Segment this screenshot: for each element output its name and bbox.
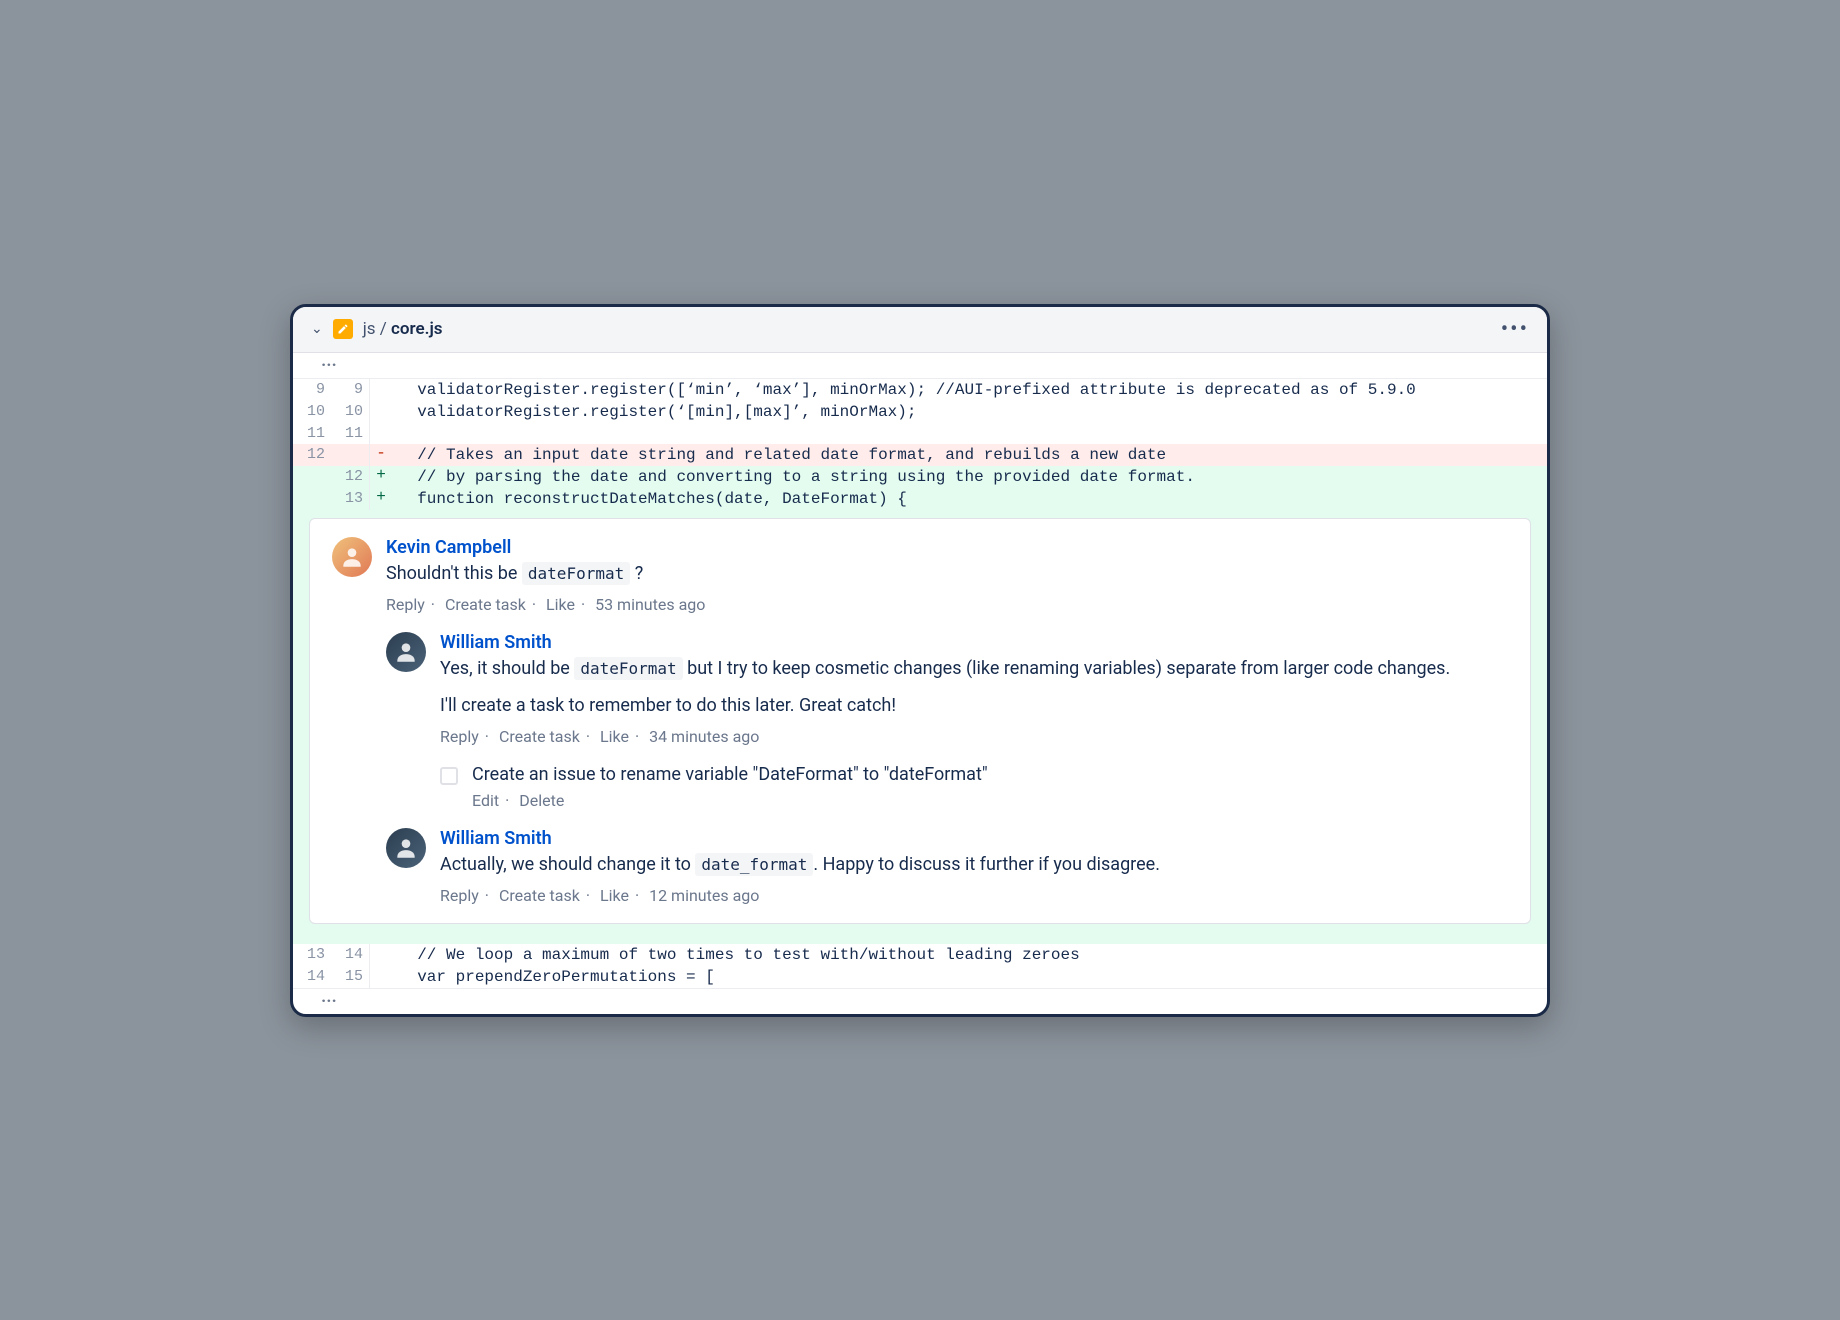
like-link[interactable]: Like xyxy=(546,595,575,614)
diff-body: 99 validatorRegister.register([‘min’, ‘m… xyxy=(293,379,1547,510)
line-number-new: 14 xyxy=(331,944,369,966)
reply-link[interactable]: Reply xyxy=(386,595,425,614)
diff-row: 99 validatorRegister.register([‘min’, ‘m… xyxy=(293,379,1547,401)
diff-row: 1314 // We loop a maximum of two times t… xyxy=(293,944,1547,966)
diff-mark: - xyxy=(370,444,392,466)
comment-actions: Reply· Create task· Like· 34 minutes ago xyxy=(440,727,1508,746)
diff-viewer-window: ⌄ js / core.js ••• ··· 99 validatorRegis… xyxy=(290,304,1550,1017)
comment-author[interactable]: Kevin Campbell xyxy=(386,537,1508,558)
inline-code: dateFormat xyxy=(522,562,630,585)
comment-text: Yes, it should be dateFormat but I try t… xyxy=(440,655,1508,719)
diff-mark: + xyxy=(370,466,392,488)
more-actions-icon[interactable]: ••• xyxy=(1501,317,1529,342)
diff-mark: + xyxy=(370,488,392,510)
create-task-link[interactable]: Create task xyxy=(499,886,580,905)
line-number-new: 13 xyxy=(331,488,369,510)
inline-code: dateFormat xyxy=(574,657,682,680)
comment-time: 12 minutes ago xyxy=(649,886,759,905)
diff-code: function reconstructDateMatches(date, Da… xyxy=(392,488,1547,510)
diff-code: // We loop a maximum of two times to tes… xyxy=(392,944,1547,966)
line-number-old: 14 xyxy=(293,966,331,988)
diff-code: validatorRegister.register([‘min’, ‘max’… xyxy=(392,379,1547,401)
diff-code: var prependZeroPermutations = [ xyxy=(392,966,1547,988)
diff-code: // by parsing the date and converting to… xyxy=(392,466,1547,488)
comment-thread-container: Kevin Campbell Shouldn't this be dateFor… xyxy=(293,510,1547,944)
line-number-new: 10 xyxy=(331,401,369,423)
task-checkbox[interactable] xyxy=(440,767,458,785)
task-item: Create an issue to rename variable "Date… xyxy=(386,764,1508,810)
line-number-new: 15 xyxy=(331,966,369,988)
comment-actions: Reply· Create task· Like· 53 minutes ago xyxy=(386,595,1508,614)
line-number-old: 13 xyxy=(293,944,331,966)
comment-actions: Reply· Create task· Like· 12 minutes ago xyxy=(440,886,1508,905)
create-task-link[interactable]: Create task xyxy=(499,727,580,746)
diff-code xyxy=(392,423,1547,444)
comment-text: Actually, we should change it to date_fo… xyxy=(440,851,1508,878)
reply-link[interactable]: Reply xyxy=(440,886,479,905)
comment-author[interactable]: William Smith xyxy=(440,828,1508,849)
folder-name: js xyxy=(363,319,376,339)
avatar[interactable] xyxy=(386,828,426,868)
comment: Kevin Campbell Shouldn't this be dateFor… xyxy=(332,537,1508,614)
line-number-old xyxy=(293,488,331,510)
comment-time: 34 minutes ago xyxy=(649,727,759,746)
task-text: Create an issue to rename variable "Date… xyxy=(472,764,1508,785)
line-number-old: 10 xyxy=(293,401,331,423)
comment-thread: Kevin Campbell Shouldn't this be dateFor… xyxy=(309,518,1531,924)
comment: William Smith Actually, we should change… xyxy=(386,828,1508,905)
comment-author[interactable]: William Smith xyxy=(440,632,1508,653)
diff-mark xyxy=(370,423,392,444)
line-number-old: 12 xyxy=(293,444,331,466)
diff-mark xyxy=(370,944,392,966)
file-header: ⌄ js / core.js ••• xyxy=(293,307,1547,353)
task-actions: Edit· Delete xyxy=(472,791,1508,810)
like-link[interactable]: Like xyxy=(600,727,629,746)
reply-link[interactable]: Reply xyxy=(440,727,479,746)
diff-row: 1415 var prependZeroPermutations = [ xyxy=(293,966,1547,988)
diff-row: 12+ // by parsing the date and convertin… xyxy=(293,466,1547,488)
diff-code: // Takes an input date string and relate… xyxy=(392,444,1547,466)
line-number-new: 12 xyxy=(331,466,369,488)
avatar[interactable] xyxy=(386,632,426,672)
diff-row: 1010 validatorRegister.register(‘[min],[… xyxy=(293,401,1547,423)
context-expand-top[interactable]: ··· xyxy=(293,353,1547,379)
inline-code: date_format xyxy=(695,853,813,876)
context-expand-bottom[interactable]: ··· xyxy=(293,988,1547,1014)
diff-footer: 1314 // We loop a maximum of two times t… xyxy=(293,944,1547,988)
avatar[interactable] xyxy=(332,537,372,577)
breadcrumb: js / core.js xyxy=(363,319,443,339)
diff-row: 12 - // Takes an input date string and re… xyxy=(293,444,1547,466)
line-number-new xyxy=(331,444,369,466)
task-delete-link[interactable]: Delete xyxy=(519,791,564,810)
diff-row: 13+ function reconstructDateMatches(date… xyxy=(293,488,1547,510)
comment-time: 53 minutes ago xyxy=(595,595,705,614)
line-number-old: 11 xyxy=(293,423,331,444)
collapse-chevron-icon[interactable]: ⌄ xyxy=(311,321,323,337)
file-modified-icon xyxy=(333,319,353,339)
diff-row: 1111 xyxy=(293,423,1547,444)
diff-mark xyxy=(370,401,392,423)
line-number-new: 11 xyxy=(331,423,369,444)
diff-mark xyxy=(370,379,392,401)
breadcrumb-sep: / xyxy=(380,319,387,339)
diff-code: validatorRegister.register(‘[min],[max]’… xyxy=(392,401,1547,423)
line-number-new: 9 xyxy=(331,379,369,401)
create-task-link[interactable]: Create task xyxy=(445,595,526,614)
comment-text: Shouldn't this be dateFormat ? xyxy=(386,560,1508,587)
file-name: core.js xyxy=(391,319,443,339)
like-link[interactable]: Like xyxy=(600,886,629,905)
line-number-old xyxy=(293,466,331,488)
diff-mark xyxy=(370,966,392,988)
task-edit-link[interactable]: Edit xyxy=(472,791,499,810)
comment: William Smith Yes, it should be dateForm… xyxy=(386,632,1508,746)
line-number-old: 9 xyxy=(293,379,331,401)
